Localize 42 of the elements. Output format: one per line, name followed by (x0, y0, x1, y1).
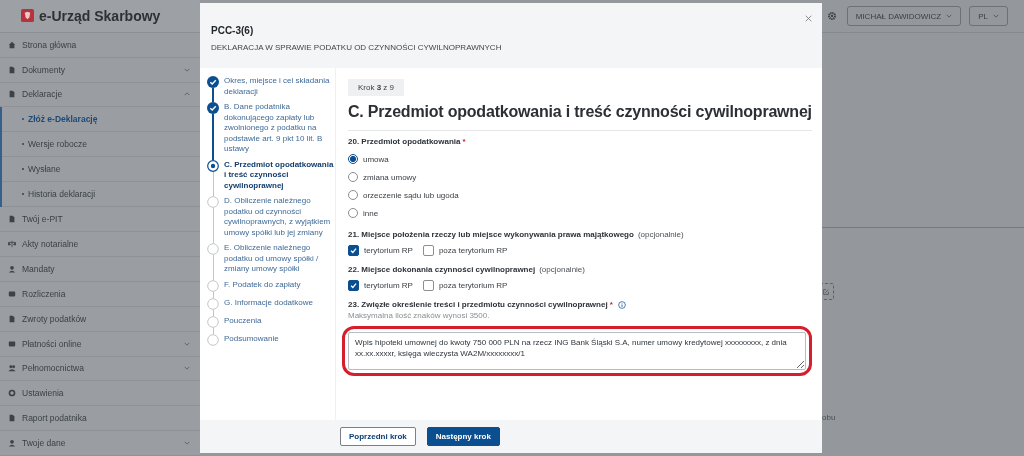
step-link[interactable]: Podsumowanie (224, 333, 334, 349)
radio-label: inne (363, 208, 379, 218)
field-hint: Maksymalna ilość znaków wynosi 3500. (348, 311, 491, 320)
question-label: 20. Przedmiot opodatkowania (348, 137, 461, 146)
description-field[interactable]: Wpis hipoteki umownej do kwoty 750 000 PLN na rzecz ING Bank Śląski S.A, numer umowy kredytowej xxxxxxxxx, z dnia xx.xx.xxxxr, księga wieczysta WA2M/xxxxxxxx/1 (348, 332, 806, 370)
step-link[interactable]: Pouczenia (224, 315, 334, 334)
text-fragment: obu (822, 413, 836, 422)
sidebar-item[interactable]: Płatności online (0, 331, 200, 357)
optional-note: (opcjonalnie) (637, 230, 684, 239)
step-link[interactable]: B. Dane podatnika dokonującego zapłaty lub zwolnionego z podatku na podstawie art. 9 pkt 10 lit. B ustawy (224, 102, 334, 160)
step-link[interactable]: Okres, miejsce i cel składania deklaracji (224, 76, 334, 102)
step-link[interactable]: F. Podatek do zapłaty (224, 279, 334, 298)
step-indicator: Krok 3 z 9 (348, 79, 405, 96)
step-link[interactable]: D. Obliczenie należnego podatku od czynności cywilnoprawnych, z wyjątkiem umowy spółki lub jej zmiany (224, 196, 334, 243)
checkbox-label: poza terytorium RP (438, 245, 508, 255)
form-subtitle: DEKLARACJA W SPRAWIE PODATKU OD CZYNNOŚCI CYWILNOPRAWNYCH (211, 43, 503, 52)
step-link[interactable]: E. Obliczenie należnego podatku od umowy spółki / zmiany umowy spółki (224, 243, 334, 280)
language-menu[interactable]: PL (969, 6, 1008, 26)
required-mark: * (609, 300, 613, 309)
sidebar-item[interactable]: Pełnomocnictwa (0, 356, 200, 382)
step-link[interactable]: C. Przedmiot opodatkowania i treść czynności cywilnoprawnej (224, 159, 334, 196)
sidebar-item[interactable]: Twoje dane (0, 431, 200, 456)
user-menu[interactable]: MICHAŁ DAWIDOWICZ (846, 6, 962, 26)
radio-label: umowa (363, 154, 389, 164)
next-step-button[interactable]: Następny krok (426, 427, 500, 446)
checkbox-label: poza terytorium RP (438, 280, 508, 290)
question-label: 23. Zwięzłe określenie treści i przedmiotu czynności cywilnoprawnej (348, 300, 608, 309)
optional-note: (opcjonalnie) (539, 265, 585, 274)
step-link[interactable]: G. Informacje dodatkowe (224, 297, 334, 316)
logo-text[interactable]: e-Urząd Skarbowy (39, 7, 161, 24)
previous-step-button[interactable]: Poprzedni krok (340, 427, 416, 446)
question-label: 22. Miejsce dokonania czynności cywilnoprawnej (348, 265, 536, 274)
checkbox-label: terytorium RP (364, 280, 413, 290)
required-mark: * (462, 137, 466, 146)
checkbox-label: terytorium RP (364, 245, 413, 255)
sidebar-item[interactable]: Deklaracje (0, 82, 200, 108)
radio-label: zmiana umowy (363, 172, 417, 182)
radio-label: orzeczenie sądu lub ugoda (363, 190, 459, 200)
form-code: PCC-3(6) (211, 25, 255, 36)
section-title: C. Przedmiot opodatkowania i treść czynności cywilnoprawnej (348, 103, 812, 121)
question-label: 21. Miejsce położenia rzeczy lub miejsce wykonywania prawa majątkowego (348, 230, 634, 239)
sidebar-item[interactable]: Dokumenty (0, 57, 200, 83)
